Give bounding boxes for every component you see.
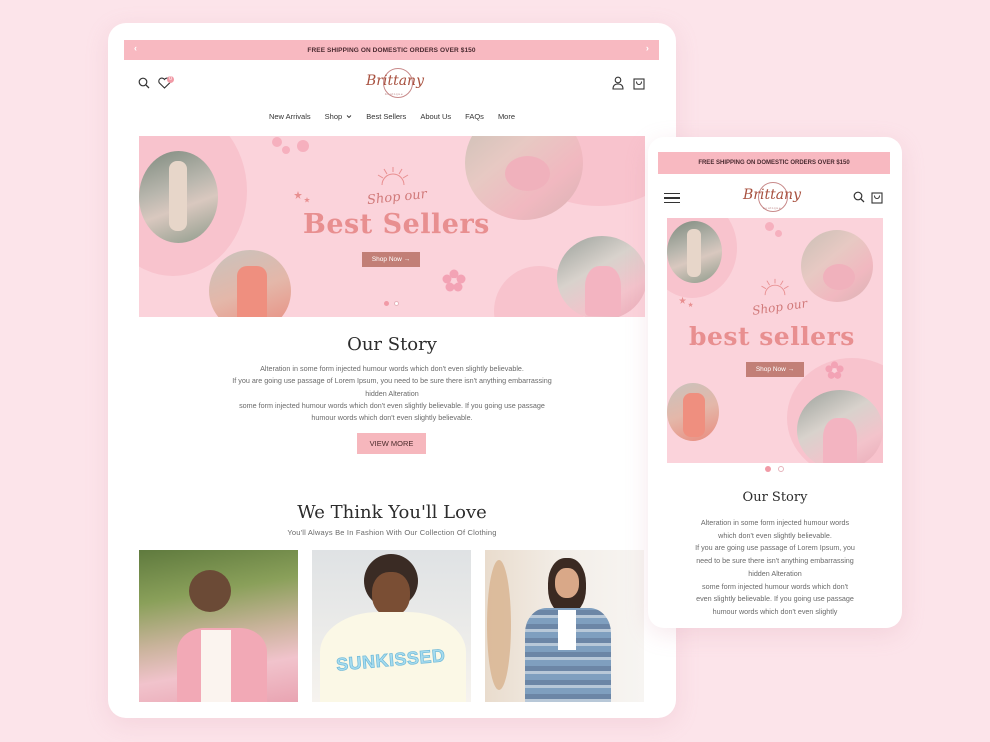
hero-blob [297,140,309,152]
brand-logo[interactable]: Brittany boutique [366,67,424,101]
story-line: need to be sure there isn't anything emb… [696,556,854,566]
hero-blob [282,146,290,154]
story-line: even slightly believable. If you going u… [696,594,854,604]
sunburst-icon [761,278,789,296]
flower-icon [825,361,844,379]
decor-pampas [487,560,511,690]
hero-banner: Shop our Best Sellers Shop Now → [139,136,645,317]
arrow-left-icon[interactable]: ‹ [134,43,137,53]
main-nav: New Arrivals Shop Best Sellers About Us … [108,112,676,121]
mobile-brand-logo[interactable]: Brittany boutique [743,181,801,215]
product-model [558,610,576,650]
shopping-bag-icon[interactable] [633,76,645,90]
logo-subtitle: boutique [762,206,782,210]
product-card[interactable] [139,550,298,702]
story-line: Alteration in some form injected humour … [260,364,524,373]
product-model [189,570,231,612]
mobile-hero-banner: Shop our best sellers Shop Now → [667,218,883,463]
story-line: humour words which don't even slightly [712,606,838,616]
shipping-banner-text: FREE SHIPPING ON DOMESTIC ORDERS OVER $1… [307,46,476,54]
product-model [555,568,579,598]
product-model [201,630,231,702]
nav-item-shop[interactable]: Shop [325,112,353,121]
our-story-text: Alteration in some form injected humour … [188,363,596,424]
wishlist-count-badge: 0 [167,76,174,83]
hero-blob [765,222,774,231]
carousel-dot[interactable] [394,301,399,306]
hero-photo [557,236,645,317]
carousel-dot-active[interactable] [384,301,389,306]
hero-photo [139,151,218,243]
stars-icon [679,296,694,307]
hero-photo [209,250,291,317]
mobile-our-story-text: Alteration in some form injected humour … [665,517,885,619]
shipping-banner: ‹ FREE SHIPPING ON DOMESTIC ORDERS OVER … [124,40,659,60]
nav-item-more[interactable]: More [498,112,515,121]
logo-text: Brittany [743,187,801,203]
our-story-title: Our Story [347,334,437,355]
search-icon[interactable] [853,191,865,203]
hero-script-text: Shop our [751,296,809,318]
story-line: which don't even slightly believable. [718,530,832,540]
chevron-down-icon [346,115,352,119]
hero-photo [667,383,719,441]
mobile-shipping-banner: FREE SHIPPING ON DOMESTIC ORDERS OVER $1… [658,152,890,174]
search-icon[interactable] [138,77,150,89]
hamburger-menu-icon[interactable] [664,193,680,206]
hero-title: Best Sellers [303,209,490,240]
desktop-frame: ‹ FREE SHIPPING ON DOMESTIC ORDERS OVER … [108,23,676,718]
hero-blob [272,137,282,147]
hero-photo [797,390,883,463]
nav-item-about-us[interactable]: About Us [420,112,451,121]
stars-icon [294,191,310,203]
hero-title: best sellers [689,322,855,351]
story-line: Alteration in some form injected humour … [700,518,850,527]
shop-now-button[interactable]: Shop Now → [362,252,420,267]
carousel-dot[interactable] [778,466,784,472]
story-line: hidden Alteration [365,388,419,398]
hero-photo [801,230,873,302]
story-line: some form injected humour words which do… [702,581,848,591]
shopping-bag-icon[interactable] [871,190,883,204]
carousel-dot-active[interactable] [765,466,771,472]
product-model [372,572,410,616]
hero-blob [775,230,782,237]
story-line: humour words which don't even slightly b… [311,413,473,423]
flower-icon [442,269,466,292]
product-card[interactable]: SUNKISSED [312,550,471,702]
hero-script-text: Shop our [366,186,428,209]
shop-now-button[interactable]: Shop Now → [746,362,804,377]
hero-photo [667,221,722,283]
story-line: hidden Alteration [748,568,802,578]
story-line: some form injected humour words which do… [239,400,545,410]
nav-item-shop-label: Shop [324,112,343,121]
arrow-right-icon[interactable]: › [646,43,649,53]
logo-text: Brittany [366,73,424,89]
user-icon[interactable] [612,76,624,90]
story-line: If you are going use passage of Lorem Ip… [232,376,552,386]
nav-item-new-arrivals[interactable]: New Arrivals [269,112,311,121]
nav-item-best-sellers[interactable]: Best Sellers [366,112,406,121]
story-line: If you are going use passage of Lorem Ip… [695,543,855,553]
mobile-our-story-title: Our Story [742,490,808,505]
mobile-frame: FREE SHIPPING ON DOMESTIC ORDERS OVER $1… [648,137,902,628]
love-section-subtitle: You'll Always Be In Fashion With Our Col… [287,528,497,537]
view-more-button[interactable]: VIEW MORE [357,433,426,454]
hero-photo [465,136,583,220]
logo-subtitle: boutique [384,92,404,96]
sunburst-icon [377,167,409,186]
love-section-title: We Think You'll Love [297,502,487,523]
nav-item-faqs[interactable]: FAQs [465,112,484,121]
product-card[interactable] [485,550,644,702]
